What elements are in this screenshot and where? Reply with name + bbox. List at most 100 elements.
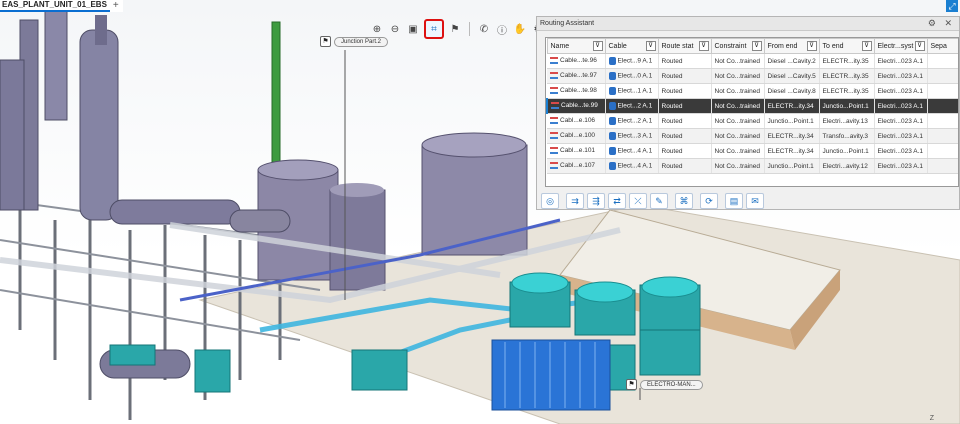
table-cell: Electri...023 A.1 <box>874 128 928 144</box>
table-cell: Elect...2 A.1 <box>605 98 659 114</box>
panel-title-bar: Routing Assistant ⚙ ✕ <box>537 17 959 31</box>
cable-icon <box>550 57 558 65</box>
table-cell: Cable...te.96 <box>547 53 606 69</box>
table-row[interactable]: Cabl...e.107 Elect...4 A.1 Routed Not Co...… <box>547 158 958 174</box>
table-cell: Transfo...avity.3 <box>819 128 875 144</box>
table-row[interactable]: Cable...te.98 Elect...1 A.1 Routed Not Co..… <box>547 83 958 99</box>
column-header[interactable]: Cable ⊽ <box>604 38 659 54</box>
zoom-area-icon[interactable]: ⊕ <box>370 22 384 36</box>
unroute-icon[interactable]: ⤫ <box>629 193 647 209</box>
cable-type-icon <box>608 102 616 110</box>
table-cell: Cabl...e.106 <box>547 113 606 129</box>
table-cell: Elect...0 A.1 <box>605 68 659 84</box>
view-icon[interactable]: ▣ <box>406 22 420 36</box>
table-cell: Routed <box>658 68 712 84</box>
table-row[interactable]: Cable...te.97 Elect...0 A.1 Routed Not Co..… <box>547 68 958 84</box>
flag-icon: ⚑ <box>320 36 331 47</box>
routing-assistant-icon[interactable]: ⌗ <box>424 19 444 39</box>
route-icon[interactable]: ⇉ <box>566 193 584 209</box>
table-cell: Not Co...trained <box>711 128 765 144</box>
document-tab-bar: EAS_PLANT_UNIT_01_EBS + <box>0 0 123 12</box>
table-cell: Electri...023 A.1 <box>874 143 928 159</box>
panel-title: Routing Assistant <box>540 20 595 27</box>
table-cell: Elect...4 A.1 <box>605 158 659 174</box>
table-cell: Routed <box>658 113 712 129</box>
table-cell: Diesel ...Cavity.2 <box>764 53 820 69</box>
table-cell: Cabl...e.101 <box>547 143 606 159</box>
route-all-icon[interactable]: ⇶ <box>587 193 605 209</box>
cable-icon <box>550 117 558 125</box>
panel-controls[interactable]: ⚙ ✕ <box>928 18 955 29</box>
routing-toolbar: ⊕ ⊖ ▣ ⌗ ⚑ ✆ ⓘ ✋ ⚙ <box>370 19 545 39</box>
table-cell: Cable...te.99 <box>546 98 606 114</box>
table-cell: Not Co...trained <box>711 113 765 129</box>
table-cell <box>927 143 958 159</box>
reroute-icon[interactable]: ⇄ <box>608 193 626 209</box>
phone-icon[interactable]: ✆ <box>477 22 491 36</box>
cable-type-icon <box>608 162 616 170</box>
electro-callout[interactable]: ⚑ ELECTRO-MAN... <box>626 379 703 390</box>
table-cell <box>927 83 958 99</box>
analyze-icon[interactable]: ◎ <box>541 193 559 209</box>
column-header[interactable]: Electr...syst ⊽ <box>873 38 928 54</box>
column-header[interactable]: Constraint ⊽ <box>710 38 765 54</box>
table-cell: ELECTR...ity.35 <box>819 83 875 99</box>
document-tab[interactable]: EAS_PLANT_UNIT_01_EBS <box>0 0 110 12</box>
sync-icon[interactable]: ⟳ <box>700 193 718 209</box>
cable-icon <box>551 102 559 110</box>
table-cell: Routed <box>658 143 712 159</box>
table-cell: Elect...9 A.1 <box>605 53 659 69</box>
table-cell: Electri...avity.13 <box>819 113 875 129</box>
cable-icon <box>550 162 558 170</box>
table-cell: Not Co...trained <box>711 68 765 84</box>
table-row[interactable]: Cabl...e.100 Elect...3 A.1 Routed Not Co...… <box>547 128 958 144</box>
routing-actions: ◎ ⇉ ⇶ ⇄ ⤫ ✎ ⌘ ⟳ ▤ ✉ <box>541 193 764 209</box>
report-icon[interactable]: ▤ <box>725 193 743 209</box>
cable-icon <box>550 147 558 155</box>
table-cell: Electri...023 A.1 <box>874 53 928 69</box>
table-cell <box>927 68 958 84</box>
export-icon[interactable]: ✉ <box>746 193 764 209</box>
table-cell: Routed <box>658 128 712 144</box>
column-header[interactable]: To end ⊽ <box>818 38 875 54</box>
table-cell: Elect...2 A.1 <box>605 113 659 129</box>
column-header[interactable]: From end ⊽ <box>763 38 820 54</box>
cable-icon <box>550 87 558 95</box>
table-cell: Electri...023 A.1 <box>874 68 928 84</box>
flag-icon: ⚑ <box>626 379 637 390</box>
hand-icon[interactable]: ✋ <box>513 22 527 36</box>
cable-grid[interactable]: Name ⊽ Cable ⊽ Route stat ⊽ Constraint ⊽ Fro… <box>545 37 959 187</box>
table-cell: Cable...te.97 <box>547 68 606 84</box>
maximize-icon[interactable]: ⤢ <box>946 0 958 12</box>
network-icon[interactable]: ⌘ <box>675 193 693 209</box>
table-cell: Junctio...Point.1 <box>819 143 875 159</box>
info-icon[interactable]: ⓘ <box>495 22 509 37</box>
filter-icon: ⊽ <box>751 41 762 51</box>
table-cell: Electri...023 A.1 <box>874 98 928 114</box>
table-cell: Routed <box>658 158 712 174</box>
table-cell: Electri...023 A.1 <box>874 83 928 99</box>
column-header[interactable]: Route stat ⊽ <box>657 38 712 54</box>
table-cell: Elect...1 A.1 <box>605 83 659 99</box>
table-cell <box>927 53 958 69</box>
add-tab-icon[interactable]: + <box>113 1 119 11</box>
edit-icon[interactable]: ✎ <box>650 193 668 209</box>
filter-icon: ⊽ <box>698 41 709 51</box>
cable-icon <box>550 72 558 80</box>
column-header[interactable]: Name ⊽ <box>546 38 606 54</box>
filter-icon: ⊽ <box>645 41 656 51</box>
table-cell: ELECTR...ity.35 <box>819 68 875 84</box>
flag-icon[interactable]: ⚑ <box>448 22 462 36</box>
table-row[interactable]: Cabl...e.106 Elect...2 A.1 Routed Not Co...… <box>547 113 958 129</box>
table-cell: Cabl...e.100 <box>547 128 606 144</box>
table-row[interactable]: Cable...te.96 Elect...9 A.1 Routed Not Co..… <box>547 53 958 69</box>
table-row[interactable]: Cabl...e.101 Elect...4 A.1 Routed Not Co...… <box>547 143 958 159</box>
table-cell: Not Co...trained <box>711 98 765 114</box>
table-cell: Cabl...e.107 <box>547 158 606 174</box>
zoom-icon[interactable]: ⊖ <box>388 22 402 36</box>
table-cell <box>927 128 958 144</box>
column-header[interactable]: Sepa <box>926 38 958 54</box>
cable-type-icon <box>608 72 616 80</box>
cable-type-icon <box>608 132 616 140</box>
table-row[interactable]: Cable...te.99 Elect...2 A.1 Routed Not Co..… <box>546 98 958 114</box>
